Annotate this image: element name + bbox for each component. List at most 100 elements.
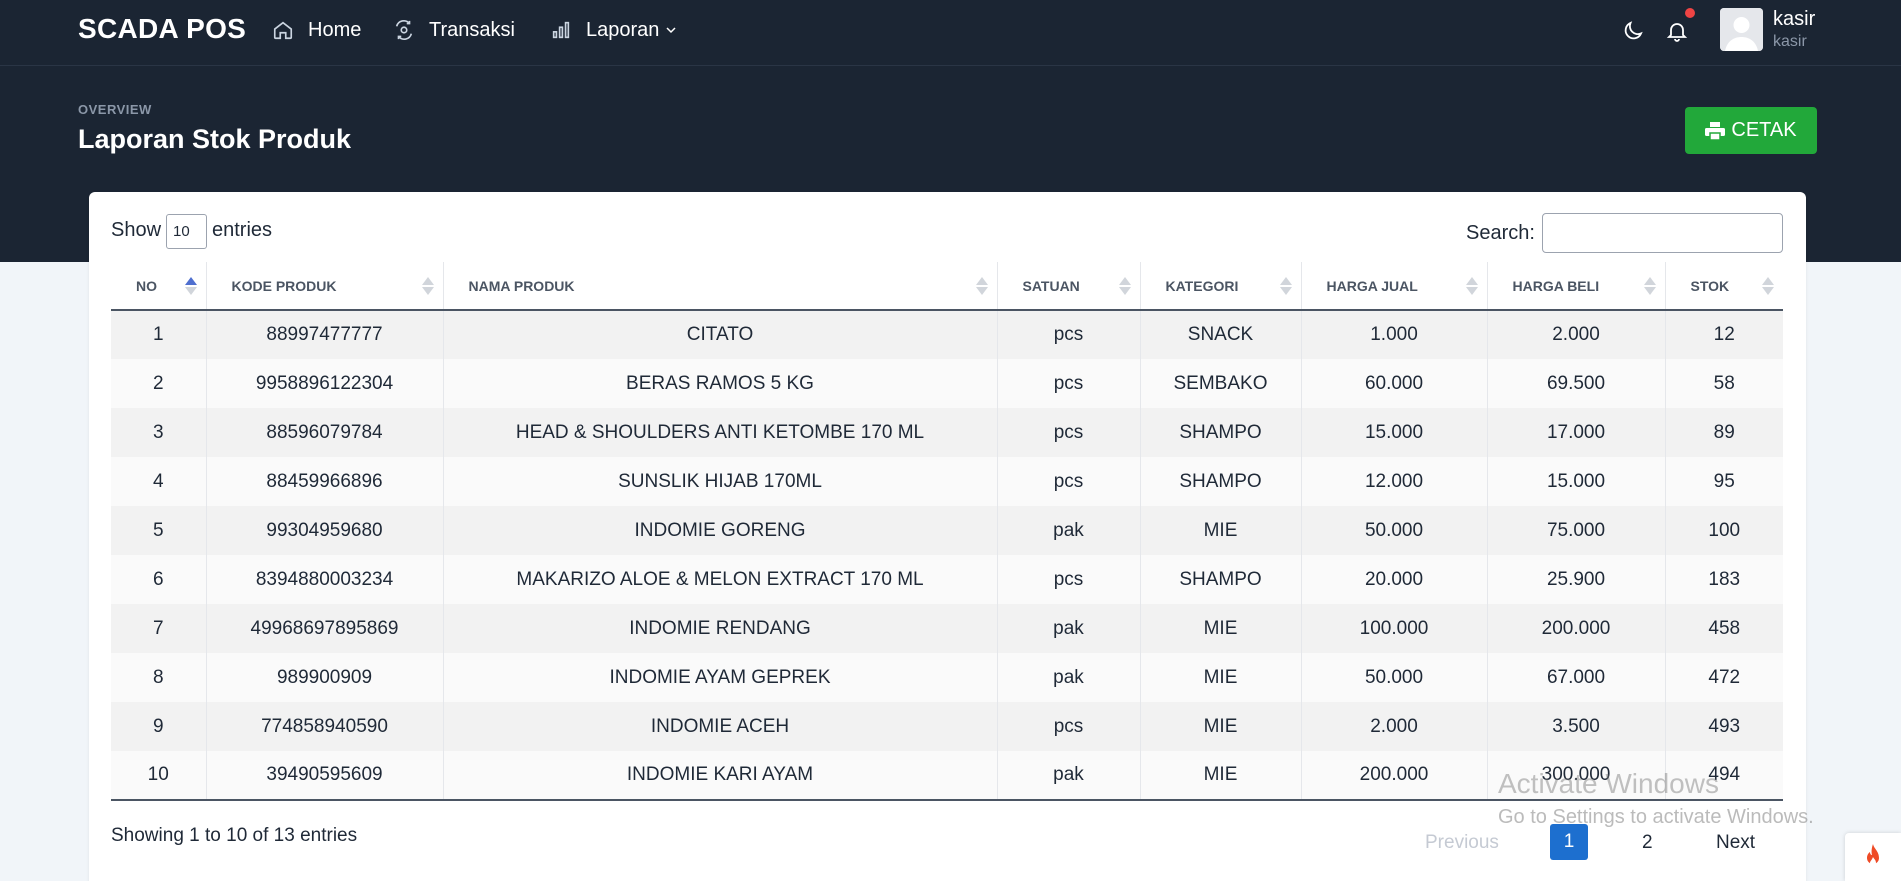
cell-nama-produk: MAKARIZO ALOE & MELON EXTRACT 170 ML	[443, 555, 998, 604]
cell-nama-produk: SUNSLIK HIJAB 170ML	[443, 457, 998, 506]
nav-home[interactable]: Home	[272, 16, 361, 44]
cell-harga-jual: 50.000	[1301, 506, 1488, 555]
column-header-harga-jual[interactable]: HARGA JUAL	[1301, 262, 1488, 311]
search-label: Search:	[1466, 222, 1535, 244]
table-header-row: NO KODE PRODUK NAMA PRODUK SATUAN KATEGORI HA…	[111, 262, 1783, 311]
moon-icon	[1624, 21, 1643, 40]
cell-no: 7	[111, 604, 207, 653]
cell-no: 9	[111, 702, 207, 751]
cell-satuan: pcs	[997, 457, 1141, 506]
table-row: 7 49968697895869 INDOMIE RENDANG pak MIE 100.…	[111, 604, 1783, 653]
printer-icon	[1705, 121, 1726, 140]
column-header-label: STOK	[1690, 277, 1730, 294]
cell-kategori: MIE	[1140, 506, 1302, 555]
home-icon	[273, 21, 293, 40]
transaction-icon	[395, 20, 413, 40]
dark-mode-toggle[interactable]	[1618, 16, 1648, 46]
cell-harga-jual: 12.000	[1301, 457, 1488, 506]
stock-table: NO KODE PRODUK NAMA PRODUK SATUAN KATEGORI HA…	[111, 262, 1783, 801]
nav-transaksi[interactable]: Transaksi	[393, 16, 515, 44]
cell-harga-beli: 15.000	[1487, 457, 1666, 506]
cell-kategori: MIE	[1140, 604, 1302, 653]
cell-kategori: SHAMPO	[1140, 408, 1302, 457]
cell-harga-beli: 25.900	[1487, 555, 1666, 604]
cell-nama-produk: HEAD & SHOULDERS ANTI KETOMBE 170 ML	[443, 408, 998, 457]
cell-nama-produk: BERAS RAMOS 5 KG	[443, 359, 998, 408]
cell-kategori: SEMBAKO	[1140, 359, 1302, 408]
cell-stok: 472	[1665, 653, 1783, 702]
column-header-nama-produk[interactable]: NAMA PRODUK	[443, 262, 998, 311]
print-button-label: CETAK	[1731, 119, 1797, 141]
cell-harga-beli: 67.000	[1487, 653, 1666, 702]
column-header-stok[interactable]: STOK	[1665, 262, 1783, 311]
bar-chart-icon	[552, 21, 570, 39]
chevron-down-icon	[666, 27, 676, 34]
brand-logo[interactable]: SCADA POS	[78, 13, 246, 45]
pagination-next[interactable]: Next	[1716, 832, 1755, 854]
column-header-harga-beli[interactable]: HARGA BELI	[1487, 262, 1666, 311]
column-header-no[interactable]: NO	[111, 262, 207, 311]
pagination-page-1[interactable]: 1	[1550, 824, 1588, 860]
column-header-label: SATUAN	[1022, 277, 1080, 294]
page-overline: OVERVIEW	[78, 102, 152, 117]
page-size-select[interactable]: 10	[166, 214, 207, 249]
sort-icon	[1762, 277, 1774, 295]
search-input[interactable]	[1542, 213, 1783, 253]
cell-no: 6	[111, 555, 207, 604]
cell-harga-beli: 3.500	[1487, 702, 1666, 751]
cell-kategori: MIE	[1140, 653, 1302, 702]
column-header-satuan[interactable]: SATUAN	[997, 262, 1141, 311]
pagination-page-2[interactable]: 2	[1642, 832, 1653, 854]
cell-nama-produk: INDOMIE ACEH	[443, 702, 998, 751]
cell-nama-produk: INDOMIE RENDANG	[443, 604, 998, 653]
sort-icon	[184, 277, 197, 295]
cell-harga-jual: 50.000	[1301, 653, 1488, 702]
notifications-button[interactable]	[1662, 16, 1692, 46]
sort-icon	[1279, 277, 1292, 295]
cell-kategori: SHAMPO	[1140, 555, 1302, 604]
user-name: kasir	[1773, 8, 1816, 30]
cell-stok: 183	[1665, 555, 1783, 604]
bell-icon	[1666, 23, 1688, 42]
page-title: Laporan Stok Produk	[78, 124, 352, 154]
cell-stok: 89	[1665, 408, 1783, 457]
nav-laporan[interactable]: Laporan	[550, 16, 677, 44]
nav-home-label: Home	[308, 18, 362, 41]
avatar[interactable]	[1720, 8, 1763, 51]
table-row: 9 774858940590 INDOMIE ACEH pcs MIE 2.000 3.50…	[111, 702, 1783, 751]
activation-watermark-subtitle: Go to Settings to activate Windows.	[1498, 806, 1814, 828]
cell-harga-beli: 200.000	[1487, 604, 1666, 653]
cell-stok: 100	[1665, 506, 1783, 555]
cell-satuan: pak	[997, 751, 1141, 801]
cell-no: 2	[111, 359, 207, 408]
cell-harga-beli: 69.500	[1487, 359, 1666, 408]
cell-satuan: pcs	[997, 555, 1141, 604]
cell-kode-produk: 989900909	[206, 653, 444, 702]
table-info: Showing 1 to 10 of 13 entries	[111, 825, 358, 846]
sort-icon	[1118, 277, 1131, 295]
table-row: 5 99304959680 INDOMIE GORENG pak MIE 50.000 75…	[111, 506, 1783, 555]
flame-icon	[1867, 844, 1879, 866]
cell-satuan: pak	[997, 604, 1141, 653]
column-header-kategori[interactable]: KATEGORI	[1140, 262, 1302, 311]
table-row: 1 88997477777 CITATO pcs SNACK 1.000 2.000 12	[111, 310, 1783, 359]
cell-no: 4	[111, 457, 207, 506]
cell-harga-jual: 60.000	[1301, 359, 1488, 408]
cell-nama-produk: INDOMIE AYAM GEPREK	[443, 653, 998, 702]
cell-kode-produk: 49968697895869	[206, 604, 444, 653]
column-header-label: HARGA BELI	[1512, 277, 1600, 294]
cell-kode-produk: 88997477777	[206, 310, 444, 359]
cell-nama-produk: INDOMIE KARI AYAM	[443, 751, 998, 801]
user-avatar-icon	[1720, 8, 1763, 51]
cell-no: 5	[111, 506, 207, 555]
pagination-previous[interactable]: Previous	[1425, 832, 1499, 854]
floating-action-button[interactable]	[1845, 833, 1901, 881]
table-row: 8 989900909 INDOMIE AYAM GEPREK pak MIE 50.00…	[111, 653, 1783, 702]
column-header-label: NO	[136, 277, 157, 294]
nav-transaksi-label: Transaksi	[429, 18, 515, 41]
print-button[interactable]: CETAK	[1685, 107, 1817, 154]
column-header-label: HARGA JUAL	[1326, 277, 1418, 294]
column-header-label: KATEGORI	[1165, 277, 1239, 294]
show-label: Show	[111, 219, 162, 241]
column-header-kode-produk[interactable]: KODE PRODUK	[206, 262, 444, 311]
